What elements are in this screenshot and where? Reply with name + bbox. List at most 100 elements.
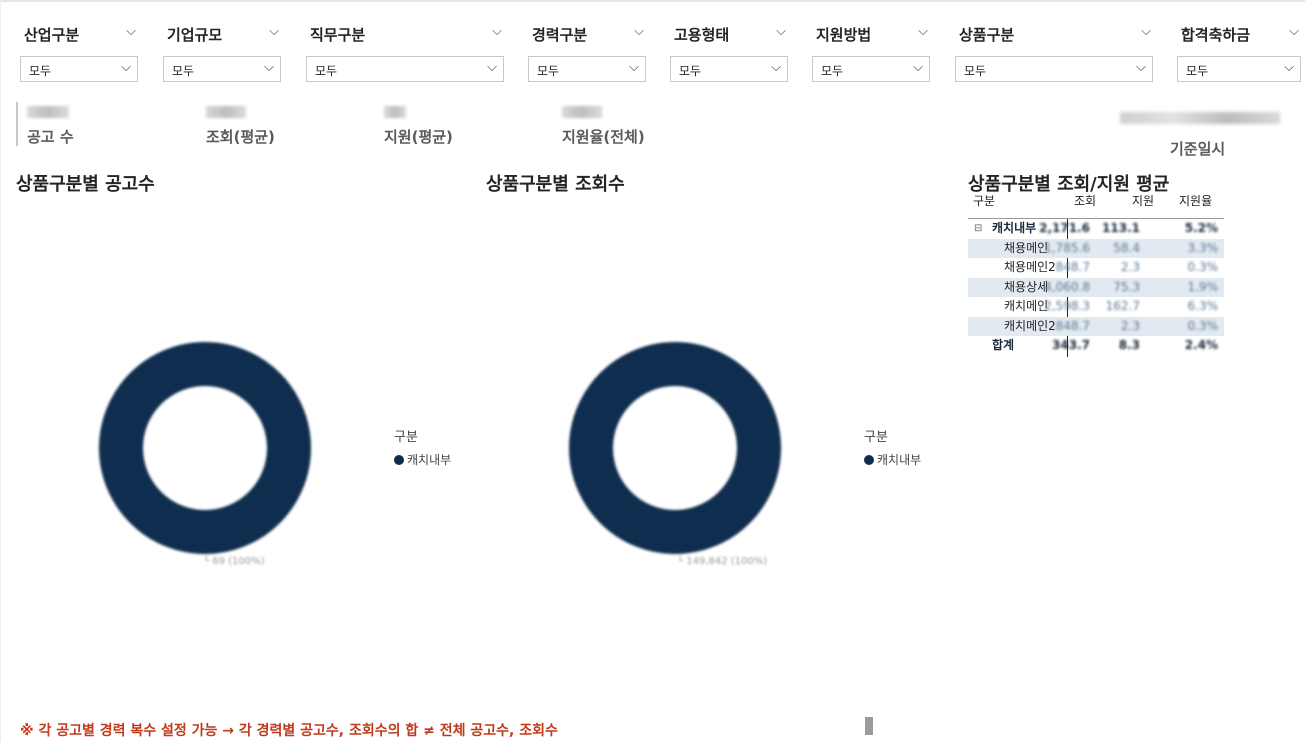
chevron-down-icon[interactable]: ⌵ [918, 24, 928, 39]
table-row[interactable]: 채용메인2 848.7 2.3 0.3% [968, 258, 1224, 278]
column-header[interactable]: 지원율 [1179, 192, 1212, 209]
chevron-down-icon[interactable]: ⌵ [1289, 24, 1299, 39]
cell-apply-rate: 0.3% [1187, 318, 1219, 333]
donut-slice-catch-internal[interactable] [569, 342, 781, 554]
filter-title: 상품구분 [959, 26, 1015, 44]
row-label: 합계 [992, 338, 1015, 352]
chevron-down-icon: ⌵ [264, 60, 274, 75]
chevron-down-icon: ⌵ [771, 60, 781, 75]
filter-job-category: 직무구분 ⌵ 모두 ⌵ [306, 24, 504, 84]
filter-value: 모두 [1186, 64, 1209, 78]
kpi-posting-count: 공고 수 [27, 106, 74, 147]
cell-applies: 75.3 [1113, 279, 1140, 294]
chart-title-views: 상품구분별 조회수 [486, 174, 625, 195]
scroll-handle[interactable] [865, 717, 873, 735]
cell-views: 848.7 [1055, 260, 1090, 274]
filter-value: 모두 [537, 64, 560, 78]
donut-svg [569, 342, 781, 554]
legend-title: 구분 [864, 430, 888, 445]
as-of-label: 기준일시 [1170, 140, 1226, 158]
kpi-avg-applies: 지원(평균) [384, 106, 453, 147]
kpi-accent-bar [16, 102, 18, 146]
filter-dropdown[interactable]: 모두 ⌵ [1177, 56, 1301, 82]
donut-svg [99, 342, 311, 554]
table-row[interactable]: 채용메인 1,785.6 58.4 3.3% [968, 238, 1224, 258]
cell-views: 1,785.6 [1044, 240, 1090, 255]
filter-product-category: 상품구분 ⌵ 모두 ⌵ [955, 24, 1153, 84]
row-label: 캐치메인2 [1004, 318, 1056, 333]
column-header[interactable]: 구분 [973, 192, 995, 209]
filter-dropdown[interactable]: 모두 ⌵ [670, 56, 788, 82]
filter-title: 지원방법 [816, 26, 872, 44]
row-label: 채용메인2 [1004, 260, 1056, 274]
cell-applies: 2.3 [1120, 318, 1140, 333]
cell-apply-rate: 2.4% [1184, 338, 1218, 352]
kpi-label: 지원(평균) [384, 128, 453, 146]
leader-line-icon: └ [677, 556, 687, 567]
cell-apply-rate: 1.9% [1187, 279, 1219, 294]
chevron-down-icon[interactable]: ⌵ [1141, 24, 1151, 39]
filter-title: 고용형태 [674, 26, 730, 44]
kpi-apply-rate: 지원율(전체) [562, 106, 645, 147]
filter-company-size: 기업규모 ⌵ 모두 ⌵ [163, 24, 281, 84]
filter-dropdown[interactable]: 모두 ⌵ [306, 56, 504, 82]
collapse-icon[interactable]: ⊟ [974, 219, 982, 239]
table-total-row[interactable]: 합계 343.7 8.3 2.4% [968, 336, 1224, 356]
data-label-text: 149,842 (100%) [686, 556, 768, 567]
table-row[interactable]: 캐치메인2 848.7 2.3 0.3% [968, 316, 1224, 336]
legend-dot-icon [394, 454, 404, 465]
kpi-value-redacted [562, 106, 602, 118]
legend-item[interactable]: 캐치내부 [864, 451, 921, 468]
legend-posting-count: 구분 캐치내부 [394, 426, 451, 468]
kpi-label: 지원율(전체) [562, 128, 645, 146]
donut-chart-posting-count[interactable] [97, 340, 313, 556]
chevron-down-icon[interactable]: ⌵ [492, 24, 502, 39]
cell-views: 2,598.3 [1044, 299, 1090, 313]
row-label: 채용상세 [1004, 279, 1049, 294]
cell-apply-rate: 6.3% [1187, 299, 1219, 313]
as-of-datetime-redacted [1120, 112, 1280, 124]
left-divider [0, 0, 1, 742]
legend-label: 캐치내부 [407, 453, 452, 467]
filter-dropdown[interactable]: 모두 ⌵ [955, 56, 1153, 82]
legend-title: 구분 [394, 430, 418, 445]
chart-title-posting-count: 상품구분별 공고수 [16, 174, 155, 195]
column-header[interactable]: 지원 [1132, 192, 1154, 209]
donut-chart-views[interactable] [567, 340, 783, 556]
filter-hiring-bonus: 합격축하금 ⌵ 모두 ⌵ [1177, 24, 1301, 84]
chevron-down-icon[interactable]: ⌵ [634, 24, 644, 39]
kpi-label: 공고 수 [27, 128, 74, 146]
filter-dropdown[interactable]: 모두 ⌵ [812, 56, 930, 82]
column-header[interactable]: 조회 [1074, 192, 1096, 209]
cell-applies: 113.1 [1102, 221, 1140, 235]
cell-apply-rate: 5.2% [1184, 221, 1218, 235]
chevron-down-icon[interactable]: ⌵ [126, 24, 136, 39]
filter-employment-type: 고용형태 ⌵ 모두 ⌵ [670, 24, 788, 84]
table-row[interactable]: 캐치메인 2,598.3 162.7 6.3% [968, 297, 1224, 317]
table-row[interactable]: 채용상세 4,060.8 75.3 1.9% [968, 277, 1224, 297]
chevron-down-icon: ⌵ [1284, 60, 1294, 75]
filter-dropdown[interactable]: 모두 ⌵ [163, 56, 281, 82]
chevron-down-icon: ⌵ [487, 60, 497, 75]
legend-views: 구분 캐치내부 [864, 426, 921, 468]
legend-label: 캐치내부 [877, 453, 922, 467]
cell-views: 343.7 [1052, 338, 1090, 352]
filter-value: 모두 [679, 64, 702, 78]
table-row[interactable]: ⊟ 캐치내부 2,171.6 113.1 5.2% [968, 219, 1224, 239]
chevron-down-icon[interactable]: ⌵ [269, 24, 279, 39]
legend-dot-icon [864, 454, 874, 465]
kpi-value-redacted [27, 106, 69, 118]
chevron-down-icon: ⌵ [629, 60, 639, 75]
donut-slice-catch-internal[interactable] [99, 342, 311, 554]
filter-dropdown[interactable]: 모두 ⌵ [528, 56, 646, 82]
legend-item[interactable]: 캐치내부 [394, 451, 451, 468]
filter-value: 모두 [29, 64, 52, 78]
cell-applies: 58.4 [1113, 240, 1140, 255]
filter-dropdown[interactable]: 모두 ⌵ [20, 56, 138, 82]
donut-data-label: └ 69 (100%) [203, 556, 265, 567]
donut-data-label: └ 149,842 (100%) [677, 556, 767, 567]
chevron-down-icon[interactable]: ⌵ [776, 24, 786, 39]
filter-title: 합격축하금 [1181, 26, 1251, 44]
table-header: 구분 조회 지원 지원율 [968, 192, 1224, 219]
cell-views: 2,171.6 [1039, 221, 1090, 235]
